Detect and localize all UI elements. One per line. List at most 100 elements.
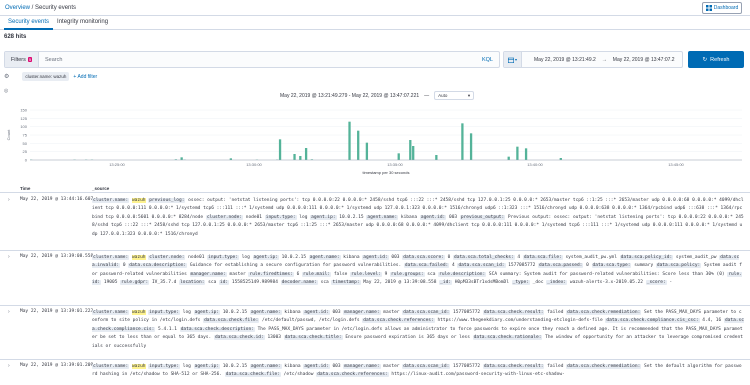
column-time[interactable]: Time <box>20 186 30 191</box>
field-key: rule.firedtimes: <box>248 271 294 277</box>
gear-icon[interactable]: ⚙ <box>4 73 9 80</box>
chevron-right-icon[interactable]: › <box>8 309 10 315</box>
source-field: agent.name: kibana <box>249 364 304 369</box>
field-key: input.type: <box>148 364 181 369</box>
y-tick-label: 50 <box>23 141 28 146</box>
table-row[interactable]: › May 22, 2019 @ 13:39:08.558 cluster.name… <box>0 254 750 306</box>
field-key: agent.ip: <box>252 255 279 260</box>
field-value: 10.0.2.15 <box>339 214 364 220</box>
calendar-icon <box>507 57 514 63</box>
x-axis-label: timestamp per 30 seconds <box>363 170 410 175</box>
add-filter-link[interactable]: + Add filter <box>73 74 97 80</box>
field-value: log <box>299 214 308 220</box>
field-key: data.sca.check.references: <box>362 318 435 324</box>
source-field: agent.id: 003 <box>419 214 460 220</box>
y-tick-label: 100 <box>20 124 27 129</box>
dashboard-button-label: Dashboard <box>713 5 739 11</box>
field-key: data.sca.failed: <box>403 263 450 269</box>
source-field: agent.name: kibana <box>249 310 304 315</box>
chevron-right-icon[interactable]: › <box>8 363 10 369</box>
chevron-right-icon[interactable]: › <box>8 197 10 203</box>
field-value: /etc/shadow <box>283 372 314 378</box>
field-value: wazuh <box>131 198 146 203</box>
filters-badge: 5 <box>27 57 33 62</box>
field-key: rule.gdpr: <box>120 280 150 286</box>
field-value: 5.4.1.1 <box>158 326 177 332</box>
field-key: rule.groups: <box>390 271 425 277</box>
source-field: cluster.node: node01 <box>148 255 207 260</box>
search-input[interactable]: Search <box>39 57 482 63</box>
quick-select-button[interactable]: ▾ <box>504 52 522 67</box>
histogram-bar <box>348 121 351 160</box>
tab-integrity-monitoring[interactable]: Integrity monitoring <box>53 16 112 30</box>
field-value: 6 <box>296 271 300 277</box>
histogram-bar <box>461 123 464 160</box>
source-field: cluster.name: wazuh <box>92 255 148 260</box>
tab-security-events[interactable]: Security events <box>4 16 54 30</box>
field-key: data.sca.check.result: <box>482 310 545 315</box>
breadcrumb-current: Security events <box>35 4 77 11</box>
field-key: data.sca.description: <box>128 263 188 269</box>
source-field: data.sca.type: summary <box>591 263 656 269</box>
table-row[interactable]: › May 22, 2019 @ 13:39:01.209 cluster.name… <box>0 363 750 385</box>
start-date[interactable]: May 22, 2019 @ 13:21:49.2 <box>522 57 596 63</box>
histogram-bar <box>365 142 369 160</box>
chevron-down-icon: ▾ <box>514 57 517 62</box>
source-field: data.sca.passed: 0 <box>538 263 592 269</box>
field-value: system_audit_pw.yml <box>565 255 617 260</box>
source-field: agent.ip: 10.0.2.15 <box>252 255 309 260</box>
field-value: /etc/default/passwd, /etc/login.defs <box>262 318 360 324</box>
row-source: cluster.name: wazuh input.type: log agen… <box>92 309 744 351</box>
chevron-right-icon[interactable]: › <box>8 254 10 260</box>
filter-pill[interactable]: cluster.name: wazuh <box>22 72 70 81</box>
dashboard-button[interactable]: Dashboard <box>702 2 742 14</box>
field-key: data.sca.policy: <box>655 263 702 269</box>
field-value: summary <box>634 263 654 269</box>
field-key: manager.name: <box>189 271 227 277</box>
row-timestamp: May 22, 2019 @ 13:39:01.209 <box>20 363 94 368</box>
histogram-bar <box>516 146 519 160</box>
field-value: Guidance for establishing a secure confi… <box>189 263 402 269</box>
field-value: master <box>229 271 246 277</box>
source-field: agent.ip: 10.0.2.15 <box>193 310 250 315</box>
histogram-bar <box>180 157 183 160</box>
table-row[interactable]: › May 22, 2019 @ 13:44:16.607 cluster.name… <box>0 197 750 251</box>
kql-toggle[interactable]: KQL <box>482 57 499 63</box>
source-field: agent.name: kibana <box>366 214 420 220</box>
histogram-bar <box>469 133 473 160</box>
row-source: cluster.name: wazuh previous_log: ossec:… <box>92 197 744 239</box>
column-source[interactable]: _source <box>92 186 109 191</box>
source-field: timestamp: May 22, 2019 @ 13:39:08.558 <box>331 280 439 286</box>
source-field: input.type: log <box>207 255 252 260</box>
source-field: data.sca.description: Guidance for estab… <box>128 263 404 269</box>
interval-select[interactable]: Auto ▾ <box>434 91 475 100</box>
source-field: _type: _doc <box>511 280 547 286</box>
field-key: manager.name: <box>343 364 381 369</box>
histogram-bar <box>304 148 308 160</box>
table-row[interactable]: › May 22, 2019 @ 13:39:01.223 cluster.name… <box>0 309 750 360</box>
field-key: data.sca.total_checks: <box>453 255 515 260</box>
field-key: data.sca.check.remediation: <box>566 310 642 315</box>
field-value: SCA summary: System audit for password-r… <box>488 271 725 277</box>
field-key: input.type: <box>148 310 181 315</box>
tab-bar: Security events Integrity monitoring <box>0 16 750 30</box>
filters-button[interactable]: Filters 5 <box>5 52 39 67</box>
field-value: system_audit_pw <box>675 255 717 260</box>
x-tick-label: 13:30:00 <box>246 162 262 167</box>
source-field: input.type: log <box>264 214 310 220</box>
refresh-button[interactable]: ↻ Refresh <box>688 51 744 68</box>
field-key: cluster.node: <box>148 255 186 260</box>
end-date[interactable]: May 22, 2019 @ 13:47:07.2 <box>613 57 675 63</box>
field-value: _doc <box>532 280 544 286</box>
field-value: failed <box>547 364 564 369</box>
row-source: cluster.name: wazuh cluster.node: node01… <box>92 254 744 288</box>
field-value: 10.0.2.15 <box>281 255 307 260</box>
toggle-icon[interactable]: ◎ <box>4 88 8 94</box>
source-field: rule.gdpr: IV_35.7.d <box>120 280 179 286</box>
field-value: master <box>383 364 400 369</box>
field-value: 4 <box>452 263 455 269</box>
source-field: cluster.name: wazuh <box>92 310 148 315</box>
field-key: data.sca.policy_id: <box>619 255 674 260</box>
interval-value: Auto <box>438 93 448 98</box>
breadcrumb-overview-link[interactable]: Overview <box>5 5 30 11</box>
